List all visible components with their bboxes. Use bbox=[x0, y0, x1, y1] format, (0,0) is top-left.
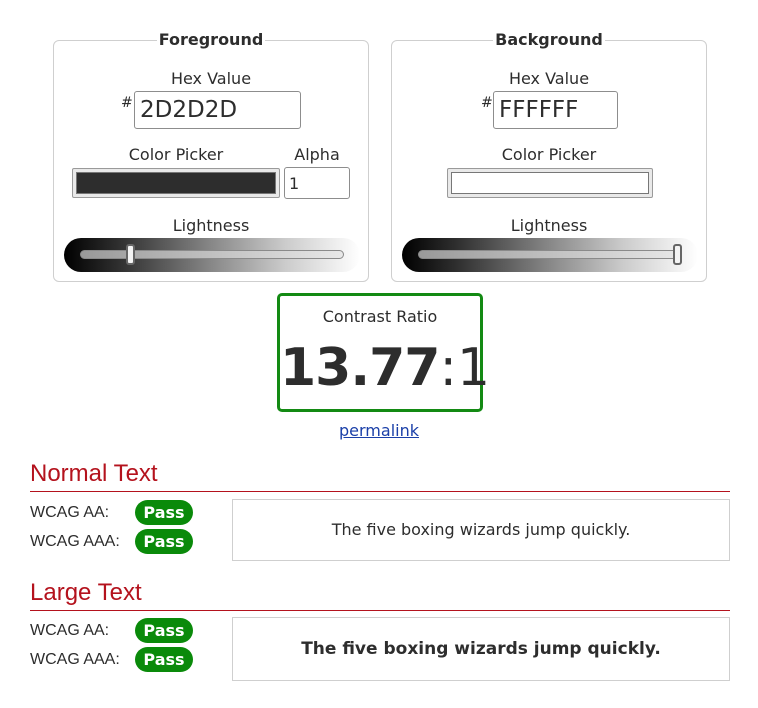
normal-wcag-aaa-label: WCAG AAA: bbox=[30, 533, 120, 550]
foreground-lightness-label: Lightness bbox=[172, 216, 250, 235]
foreground-color-swatch bbox=[76, 172, 276, 194]
large-wcag-aaa-label: WCAG AAA: bbox=[30, 651, 120, 668]
large-wcag-aa-badge: Pass bbox=[135, 618, 193, 643]
normal-wcag-aaa-badge: Pass bbox=[135, 529, 193, 554]
background-color-picker[interactable] bbox=[447, 168, 653, 198]
contrast-ratio-suffix: :1 bbox=[439, 338, 491, 398]
normal-text-sample: The five boxing wizards jump quickly. bbox=[232, 499, 730, 561]
foreground-lightness-slider[interactable] bbox=[64, 238, 360, 272]
contrast-ratio-box: Contrast Ratio 13.77:1 bbox=[277, 293, 490, 412]
large-text-sample: The five boxing wizards jump quickly. bbox=[232, 617, 730, 681]
normal-wcag-aa-badge: Pass bbox=[135, 500, 193, 525]
background-color-picker-label: Color Picker bbox=[501, 145, 597, 164]
large-text-divider bbox=[30, 610, 730, 611]
foreground-legend: Foreground bbox=[156, 30, 266, 49]
foreground-hex-label: Hex Value bbox=[170, 69, 252, 88]
background-hash-symbol: # bbox=[481, 95, 493, 111]
background-legend: Background bbox=[493, 30, 605, 49]
foreground-alpha-input[interactable] bbox=[284, 167, 350, 199]
large-text-heading: Large Text bbox=[30, 579, 142, 606]
normal-text-divider bbox=[30, 491, 730, 492]
large-wcag-aa-label: WCAG AA: bbox=[30, 622, 110, 639]
foreground-lightness-thumb[interactable] bbox=[125, 244, 135, 265]
normal-text-heading: Normal Text bbox=[30, 460, 158, 487]
normal-wcag-aa-label: WCAG AA: bbox=[30, 504, 110, 521]
foreground-color-picker[interactable] bbox=[72, 168, 280, 198]
foreground-alpha-label: Alpha bbox=[294, 145, 340, 164]
foreground-panel: Foreground Hex Value # Color Picker Alph… bbox=[53, 30, 369, 282]
foreground-hex-input[interactable] bbox=[134, 91, 301, 129]
background-lightness-thumb[interactable] bbox=[673, 244, 682, 265]
contrast-ratio-value: 13.77:1 bbox=[280, 336, 490, 400]
foreground-color-picker-label: Color Picker bbox=[128, 145, 224, 164]
background-hex-input[interactable] bbox=[493, 91, 618, 129]
background-hex-label: Hex Value bbox=[508, 69, 590, 88]
contrast-ratio-title: Contrast Ratio bbox=[322, 307, 438, 326]
background-lightness-slider[interactable] bbox=[402, 238, 698, 272]
permalink-link[interactable]: permalink bbox=[0, 421, 758, 440]
foreground-hash-symbol: # bbox=[121, 95, 133, 111]
background-panel: Background Hex Value # Color Picker Ligh… bbox=[391, 30, 707, 282]
contrast-ratio-number: 13.77 bbox=[280, 338, 440, 398]
background-color-swatch bbox=[451, 172, 649, 194]
background-lightness-track bbox=[418, 250, 682, 259]
foreground-lightness-track bbox=[80, 250, 344, 259]
background-lightness-label: Lightness bbox=[510, 216, 588, 235]
large-wcag-aaa-badge: Pass bbox=[135, 647, 193, 672]
